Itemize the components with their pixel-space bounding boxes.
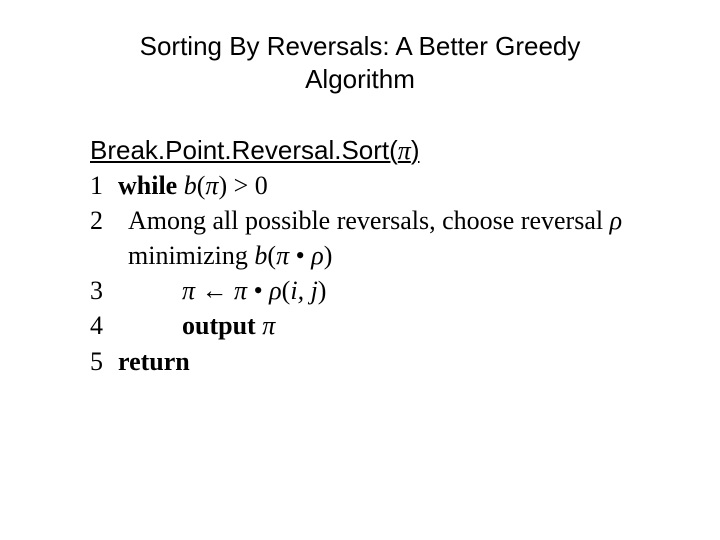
fn-name-pre: Break.Point.Reversal.Sort(	[90, 135, 398, 165]
step-2-num: 2	[90, 203, 118, 238]
step-4: 4 output π	[90, 308, 630, 343]
var-pi-2: π	[276, 241, 289, 270]
var-rho: ρ	[610, 206, 622, 235]
keyword-while: while	[118, 171, 177, 200]
var-rho-3: ρ	[269, 276, 281, 305]
paren-open-2: (	[267, 241, 276, 270]
slide-container: Sorting By Reversals: A Better Greedy Al…	[0, 0, 720, 409]
step-5-num: 5	[90, 344, 118, 379]
close-3: )	[318, 276, 327, 305]
step-1: 1 while b(π) > 0	[90, 168, 630, 203]
var-pi-4: π	[256, 311, 276, 340]
step-3-num: 3	[90, 273, 118, 308]
step-1-num: 1	[90, 168, 118, 203]
step-2: 2 Among all possible reversals, choose r…	[90, 203, 630, 273]
dot-3: •	[247, 276, 269, 305]
step-2-text2: minimizing	[128, 241, 254, 270]
comma-3: ,	[298, 276, 311, 305]
cond-rest: ) > 0	[218, 171, 267, 200]
step-4-num: 4	[90, 308, 118, 343]
dot-2: •	[289, 241, 311, 270]
var-rho-2: ρ	[311, 241, 323, 270]
var-i: i	[290, 276, 297, 305]
fn-name-post: )	[411, 135, 420, 165]
var-pi-3b: π	[234, 276, 247, 305]
close-2: )	[324, 241, 333, 270]
var-pi: π	[205, 171, 218, 200]
var-b: b	[184, 171, 197, 200]
keyword-return: return	[118, 347, 190, 376]
algorithm-body: Break.Point.Reversal.Sort(π) 1 while b(π…	[90, 133, 630, 379]
var-b-2: b	[254, 241, 267, 270]
keyword-output: output	[182, 311, 256, 340]
fn-arg-pi: π	[398, 136, 411, 165]
slide-title: Sorting By Reversals: A Better Greedy Al…	[90, 30, 630, 95]
var-pi-3a: π	[182, 276, 195, 305]
arrow: ←	[195, 276, 234, 305]
step-3: 3 π ← π • ρ(i, j)	[90, 273, 630, 308]
step-2-text1: Among all possible reversals, choose rev…	[128, 206, 610, 235]
var-j: j	[311, 276, 318, 305]
step-5: 5 return	[90, 344, 630, 379]
function-signature: Break.Point.Reversal.Sort(π)	[90, 133, 630, 168]
